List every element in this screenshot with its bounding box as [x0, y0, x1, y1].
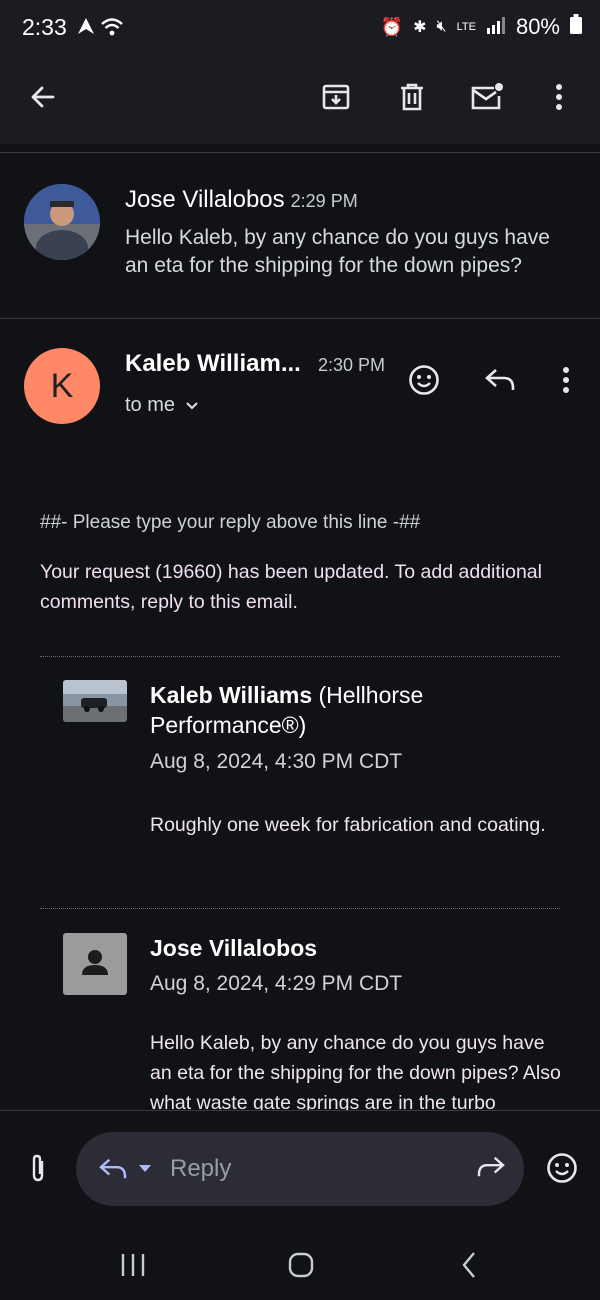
quote-sender: Kaleb Williams (Hellhorse Performance®)	[150, 680, 570, 740]
quote-sender-name: Jose Villalobos	[150, 935, 318, 961]
quote-sender-name: Kaleb Williams	[150, 682, 313, 708]
message-time: 2:30 PM	[318, 355, 386, 375]
avatar-jose[interactable]	[24, 184, 100, 260]
status-right: ⏰ ✱ 🔇︎ LTE 80%	[381, 14, 582, 40]
person-photo-icon	[24, 184, 100, 260]
quote-avatar-placeholder	[63, 933, 127, 995]
attach-button[interactable]	[18, 1146, 58, 1190]
message-1-header[interactable]: Jose Villalobos 2:29 PM	[125, 186, 358, 214]
reply-icon	[99, 1158, 127, 1179]
quote-avatar-car	[63, 680, 127, 722]
recents-icon	[121, 1254, 145, 1276]
forward-button[interactable]	[476, 1155, 506, 1184]
add-reaction-button[interactable]	[402, 358, 446, 402]
mark-unread-button[interactable]	[464, 74, 510, 120]
message-time: 2:29 PM	[290, 191, 358, 211]
arrow-back-icon	[31, 86, 55, 108]
alarm-icon: ⏰	[380, 16, 404, 37]
chevron-down-icon	[186, 401, 198, 410]
more-vertical-icon	[556, 84, 562, 110]
message-preview[interactable]: Hello Kaleb, by any chance do you guys h…	[125, 224, 575, 280]
trash-icon	[401, 83, 423, 111]
archive-button[interactable]	[313, 74, 359, 120]
mute-icon: 🔇︎	[436, 18, 447, 35]
reply-type-selector[interactable]	[98, 1157, 152, 1181]
emoji-icon	[409, 365, 439, 395]
reply-icon	[485, 369, 515, 390]
wifi-icon	[100, 16, 124, 43]
status-time: 2:33	[22, 14, 67, 40]
avatar-kaleb[interactable]: K	[24, 348, 100, 424]
navigation-status-icon	[76, 16, 96, 41]
delete-button[interactable]	[389, 74, 435, 120]
sender-name: Jose Villalobos	[125, 186, 285, 213]
quote-body: Roughly one week for fabrication and coa…	[150, 814, 546, 836]
sender-name[interactable]: Kaleb William...	[125, 350, 301, 378]
reply-placeholder[interactable]: Reply	[170, 1155, 476, 1183]
network-label: LTE	[456, 21, 476, 33]
signal-icon	[486, 14, 506, 40]
emoji-button[interactable]	[540, 1146, 584, 1190]
home-button[interactable]	[276, 1242, 326, 1288]
person-icon	[82, 950, 108, 975]
reply-button[interactable]	[478, 358, 522, 402]
divider	[40, 656, 560, 657]
car-photo-icon	[63, 680, 127, 722]
reply-composer[interactable]: Reply	[76, 1132, 524, 1206]
more-vertical-icon	[563, 367, 569, 393]
divider	[0, 318, 600, 319]
quote-body: Hello Kaleb, by any chance do you guys h…	[150, 1032, 561, 1110]
archive-icon	[322, 84, 350, 110]
battery-icon	[570, 14, 582, 40]
message-more-button[interactable]	[544, 358, 588, 402]
battery-percent: 80%	[515, 14, 560, 39]
emoji-icon	[547, 1153, 577, 1183]
forward-icon	[477, 1156, 505, 1176]
home-icon	[288, 1252, 314, 1278]
caret-down-icon	[139, 1165, 151, 1172]
quote-date: Aug 8, 2024, 4:30 PM CDT	[150, 750, 403, 773]
recipients-label: to me	[125, 394, 176, 416]
system-nav-bar	[0, 1230, 600, 1300]
status-bar: 2:33 ⏰ ✱ 🔇︎ LTE 80%	[0, 0, 600, 58]
chevron-left-icon	[462, 1252, 475, 1278]
more-options-button[interactable]	[536, 74, 582, 120]
back-nav-button[interactable]	[444, 1242, 494, 1288]
mail-unread-icon	[471, 83, 503, 110]
recipients-toggle[interactable]: to me	[125, 394, 199, 417]
request-intro: Your request (19660) has been updated. T…	[40, 561, 542, 613]
paperclip-icon	[32, 1154, 44, 1182]
divider	[40, 908, 560, 909]
recents-button[interactable]	[108, 1242, 158, 1288]
divider	[0, 152, 600, 153]
reply-marker: ##- Please type your reply above this li…	[40, 512, 421, 533]
toolbar	[0, 58, 600, 144]
bluetooth-icon: ✱	[413, 19, 427, 36]
back-button[interactable]	[20, 74, 66, 120]
quote-date: Aug 8, 2024, 4:29 PM CDT	[150, 972, 403, 995]
